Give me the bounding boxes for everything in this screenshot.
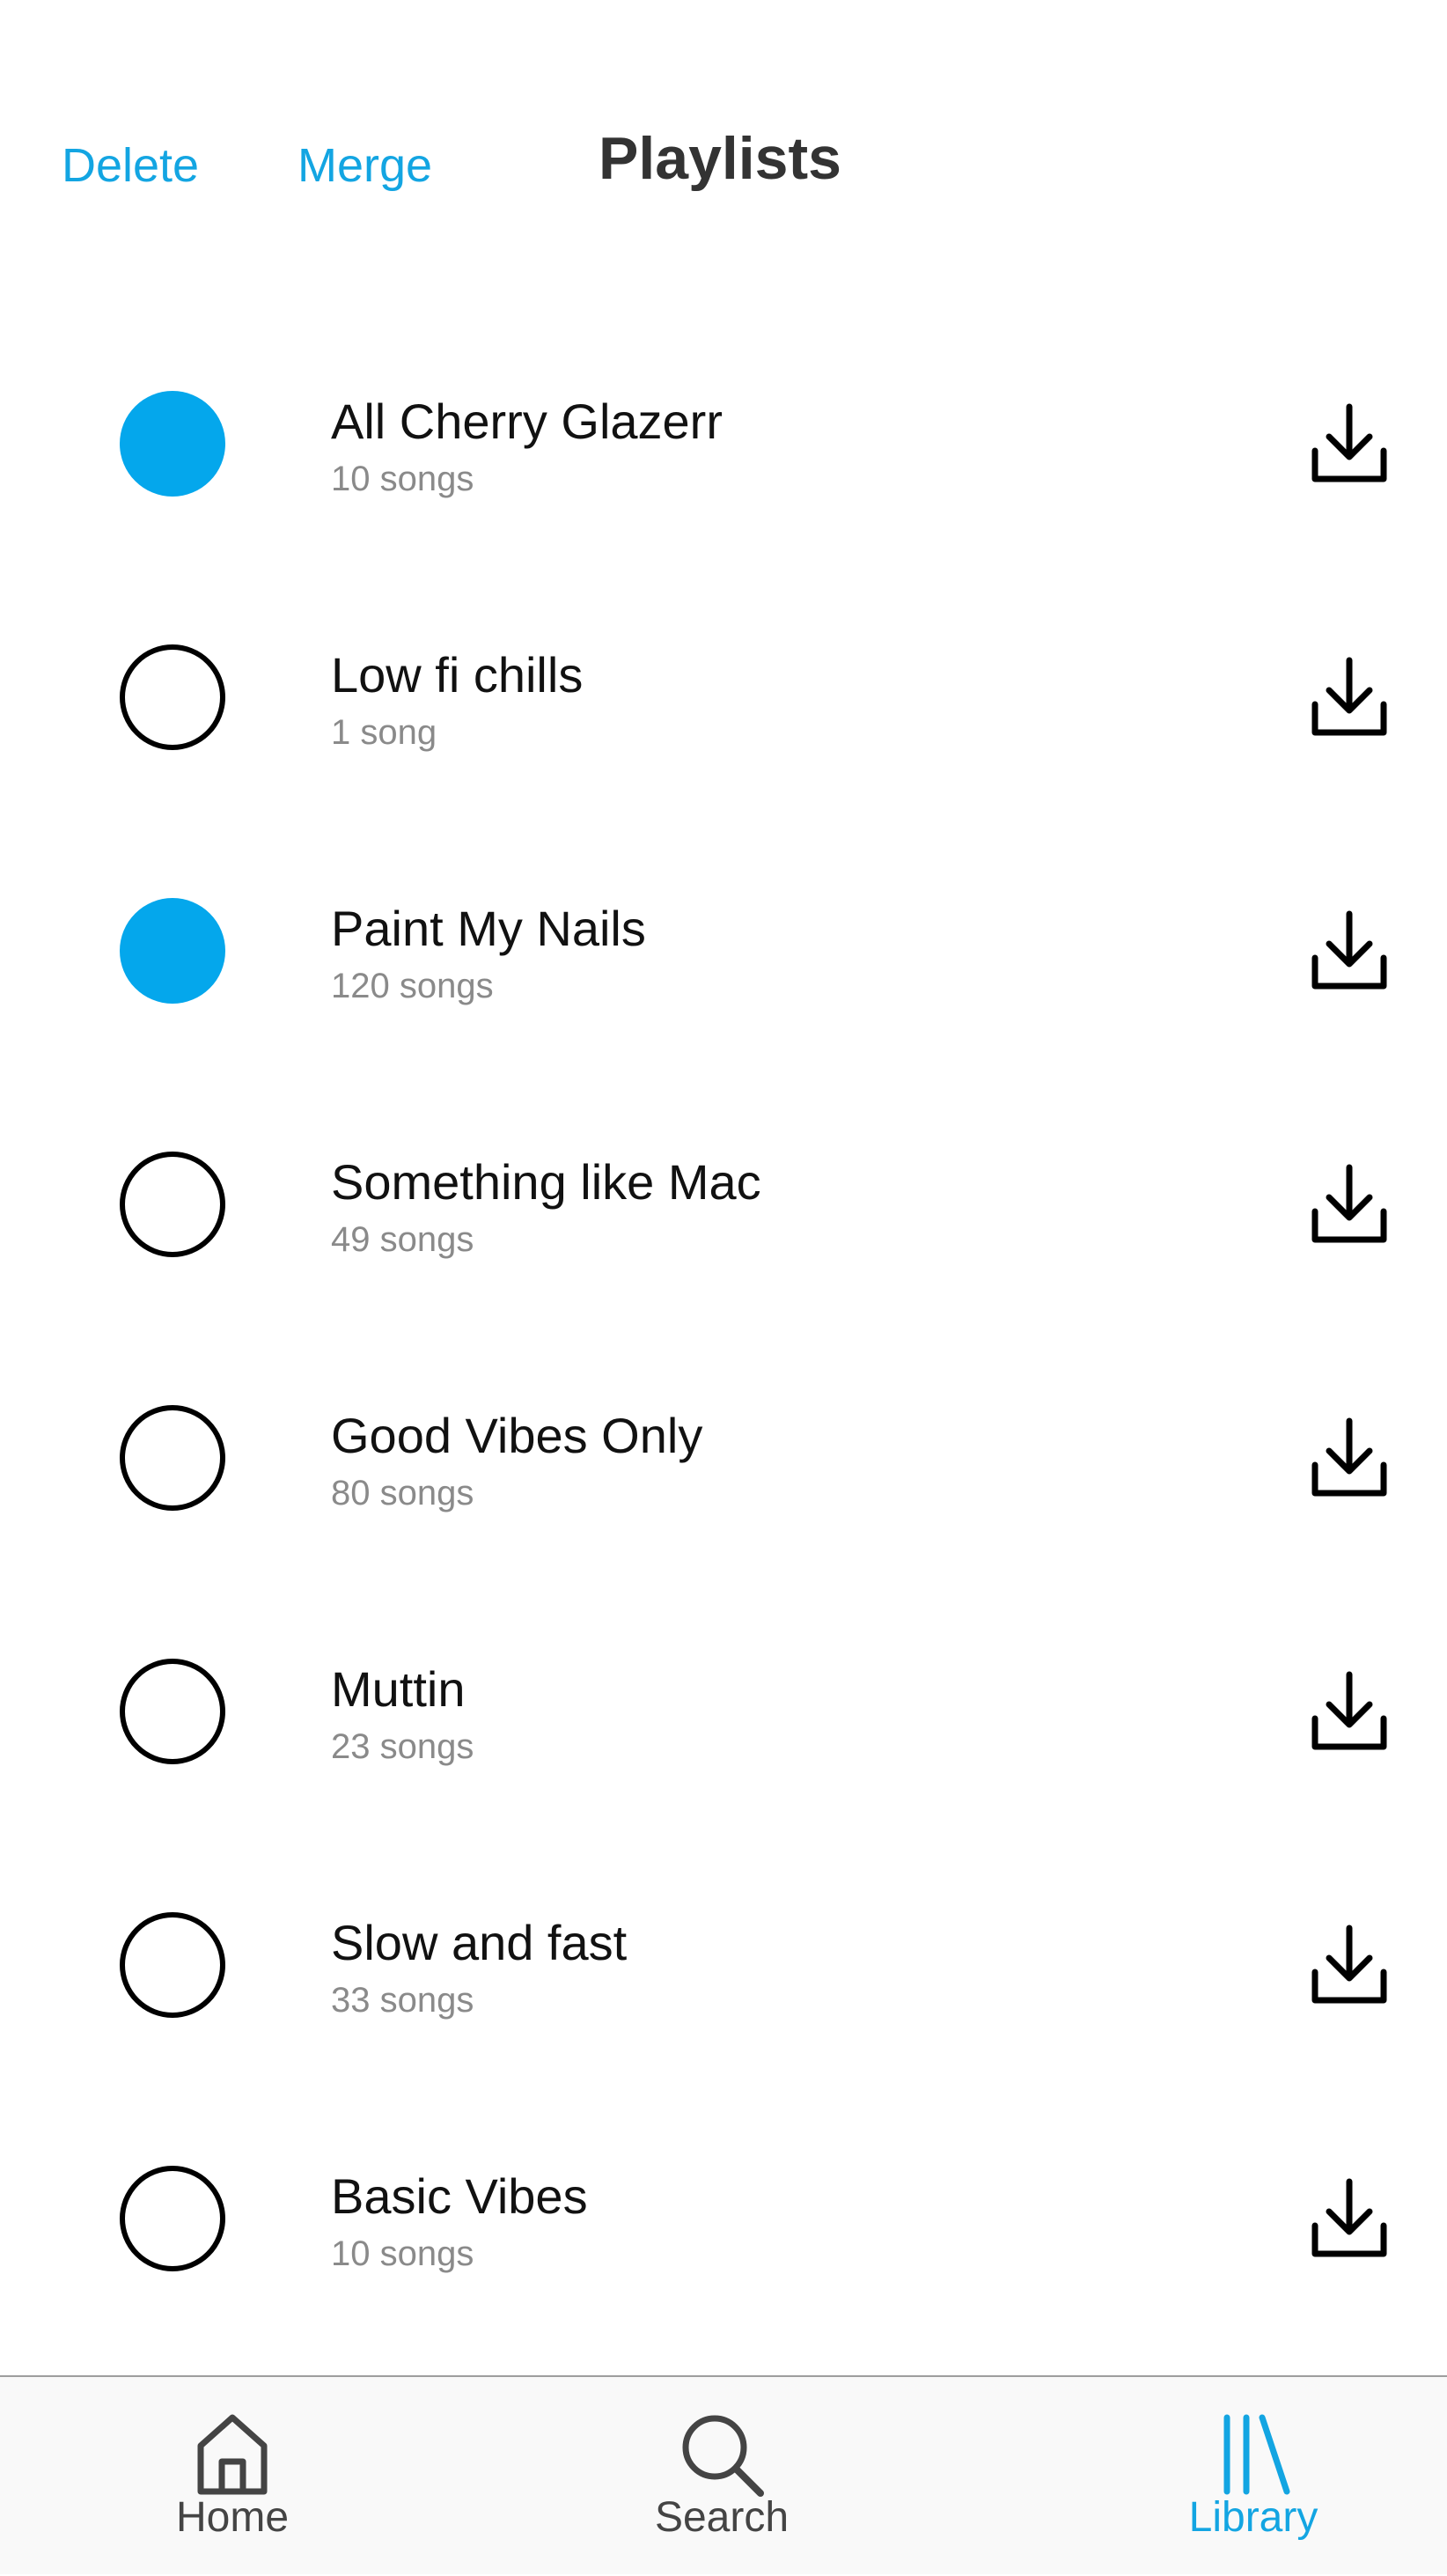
- playlist-name: Slow and fast: [331, 1915, 628, 1970]
- playlist-name: Muttin: [331, 1661, 466, 1717]
- merge-button[interactable]: Merge: [297, 134, 432, 197]
- selection-radio[interactable]: [120, 1152, 225, 1257]
- playlist-song-count: 23 songs: [331, 1727, 474, 1766]
- playlist-song-count: 10 songs: [331, 2234, 474, 2273]
- download-icon[interactable]: [1310, 1923, 1389, 2007]
- tab-label: Home: [175, 2494, 290, 2541]
- playlist-name: Something like Mac: [331, 1154, 761, 1210]
- playlist-row[interactable]: Good Vibes Only 80 songs: [0, 1331, 1447, 1585]
- playlist-name: Paint My Nails: [331, 901, 646, 956]
- playlist-song-count: 49 songs: [331, 1220, 474, 1259]
- playlist-name: Good Vibes Only: [331, 1408, 703, 1463]
- playlist-name: All Cherry Glazerr: [331, 394, 723, 449]
- selection-radio[interactable]: [120, 391, 225, 497]
- playlist-song-count: 120 songs: [331, 967, 494, 1005]
- search-icon: [682, 2415, 764, 2497]
- playlist-name: Low fi chills: [331, 647, 584, 703]
- download-icon[interactable]: [1310, 1416, 1389, 1500]
- playlist-name: Basic Vibes: [331, 2168, 588, 2224]
- selection-radio[interactable]: [120, 1912, 225, 2018]
- selection-radio[interactable]: [120, 1659, 225, 1764]
- playlist-list: All Cherry Glazerr 10 songs Low fi chill…: [0, 317, 1447, 2345]
- download-icon[interactable]: [1310, 1162, 1389, 1247]
- download-icon[interactable]: [1310, 909, 1389, 993]
- playlist-row[interactable]: All Cherry Glazerr 10 songs: [0, 317, 1447, 570]
- tab-label: Library: [1188, 2494, 1318, 2541]
- download-icon[interactable]: [1310, 655, 1389, 740]
- playlist-row[interactable]: Slow and fast 33 songs: [0, 1838, 1447, 2092]
- home-icon: [197, 2414, 268, 2495]
- playlist-row[interactable]: Low fi chills 1 song: [0, 570, 1447, 824]
- tab-search[interactable]: Search: [590, 2377, 854, 2576]
- page-title: Playlists: [599, 125, 841, 192]
- playlist-song-count: 33 songs: [331, 1981, 474, 2020]
- tab-bar: Home Search Library: [0, 2375, 1447, 2574]
- selection-radio[interactable]: [120, 644, 225, 750]
- tab-label: Search: [654, 2494, 790, 2541]
- header: Delete Merge Playlists: [0, 0, 1447, 264]
- playlist-row[interactable]: Muttin 23 songs: [0, 1585, 1447, 1838]
- playlist-row[interactable]: Paint My Nails 120 songs: [0, 824, 1447, 1078]
- selection-radio[interactable]: [120, 2166, 225, 2271]
- playlist-row[interactable]: Something like Mac 49 songs: [0, 1078, 1447, 1331]
- download-icon[interactable]: [1310, 1669, 1389, 1754]
- playlist-song-count: 1 song: [331, 713, 437, 752]
- playlist-song-count: 80 songs: [331, 1474, 474, 1512]
- selection-radio[interactable]: [120, 898, 225, 1004]
- playlist-song-count: 10 songs: [331, 460, 474, 498]
- download-icon[interactable]: [1310, 401, 1389, 486]
- delete-button[interactable]: Delete: [62, 134, 199, 197]
- selection-radio[interactable]: [120, 1405, 225, 1511]
- tab-home[interactable]: Home: [100, 2377, 364, 2576]
- playlist-row[interactable]: Basic Vibes 10 songs: [0, 2092, 1447, 2345]
- tab-library[interactable]: Library: [1121, 2377, 1385, 2576]
- download-icon[interactable]: [1310, 2176, 1389, 2261]
- library-icon: [1223, 2414, 1290, 2495]
